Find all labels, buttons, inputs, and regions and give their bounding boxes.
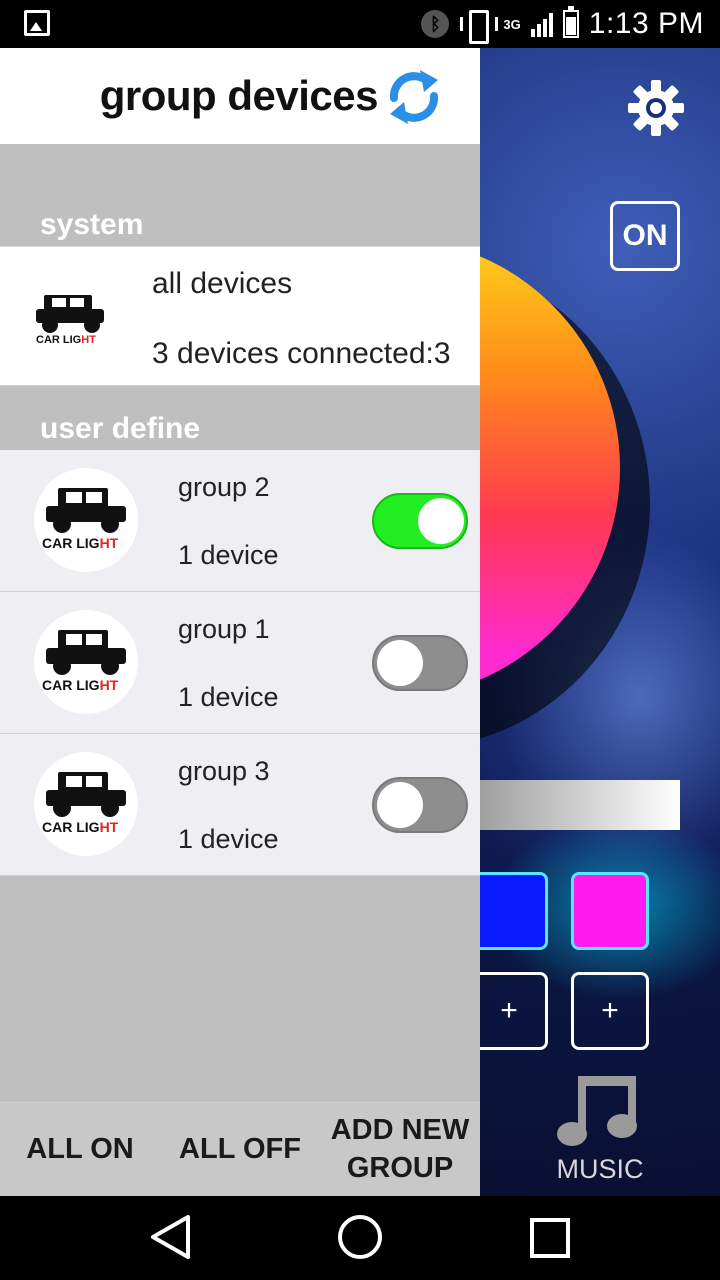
car-light-avatar: CAR LIGHT [34,610,138,714]
battery-icon [562,6,579,38]
group-name: group 1 [178,614,270,644]
power-on-button[interactable]: ON [610,201,680,271]
toggle-knob [377,782,423,828]
color-swatch-blue[interactable] [470,872,548,950]
music-label[interactable]: MUSIC [540,1154,660,1185]
drawer-header: group devices [0,48,480,144]
network-type: 3G [503,16,521,32]
vibrate-icon [459,10,499,44]
back-icon[interactable] [148,1214,194,1260]
toggle-knob [377,640,423,686]
svg-text:CAR LIGHT: CAR LIGHT [42,535,119,551]
gallery-icon [24,10,50,36]
drawer-footer: ALL ON ALL OFF ADD NEW GROUP [0,1100,480,1196]
bluetooth-icon: ᛒ [421,10,450,38]
signal-icon [530,11,553,37]
group-device-count: 1 device [178,540,279,570]
add-color-button[interactable]: + [470,972,548,1050]
group-toggle[interactable] [372,777,468,833]
svg-text:CAR LIGHT: CAR LIGHT [36,334,96,346]
music-note-icon[interactable] [556,1070,640,1150]
recent-apps-icon[interactable] [530,1218,570,1258]
brightness-slider[interactable] [470,780,680,830]
car-light-logo: CAR LIGHT [36,295,104,346]
all-on-button[interactable]: ALL ON [0,1101,160,1197]
add-new-group-label-line1: ADD NEW [330,1114,470,1146]
group-name: group 2 [178,472,270,502]
drawer-title: group devices [99,72,379,119]
group-name: group 3 [178,756,270,786]
navigation-bar [0,1196,720,1280]
status-bar: ᛒ 3G 1:13 PM [0,0,720,48]
all-off-button[interactable]: ALL OFF [160,1101,320,1197]
section-label-system: system [40,208,144,241]
group-toggle[interactable] [372,635,468,691]
add-color-button[interactable]: + [571,972,649,1050]
status-icons: ᛒ 3G 1:13 PM [421,6,704,44]
svg-text:CAR LIGHT: CAR LIGHT [42,677,119,693]
group-devices-drawer: group devices system CAR LIGHT all devic… [0,48,480,1196]
all-devices-status: 3 devices connected:3 [152,337,451,370]
refresh-icon[interactable] [384,68,444,126]
car-light-avatar: CAR LIGHT [34,752,138,856]
toggle-knob [418,498,464,544]
group-device-count: 1 device [178,682,279,712]
group-toggle[interactable] [372,493,468,549]
list-item[interactable]: CAR LIGHT group 3 1 device [0,734,480,876]
add-new-group-button[interactable]: ADD NEW GROUP [320,1101,480,1197]
color-swatch-pink[interactable] [571,872,649,950]
home-icon[interactable] [338,1215,382,1259]
all-devices-row[interactable]: CAR LIGHT all devices 3 devices connecte… [0,246,480,386]
car-light-avatar: CAR LIGHT [34,468,138,572]
list-item[interactable]: CAR LIGHT group 1 1 device [0,592,480,734]
section-label-user-define: user define [40,412,201,445]
all-devices-name: all devices [152,267,293,300]
gear-icon[interactable] [626,78,686,138]
list-item[interactable]: CAR LIGHT group 2 1 device [0,450,480,592]
group-device-count: 1 device [178,824,279,854]
add-new-group-label-line2: GROUP [346,1152,454,1184]
svg-text:CAR LIGHT: CAR LIGHT [42,819,119,835]
status-time: 1:13 PM [588,7,704,40]
